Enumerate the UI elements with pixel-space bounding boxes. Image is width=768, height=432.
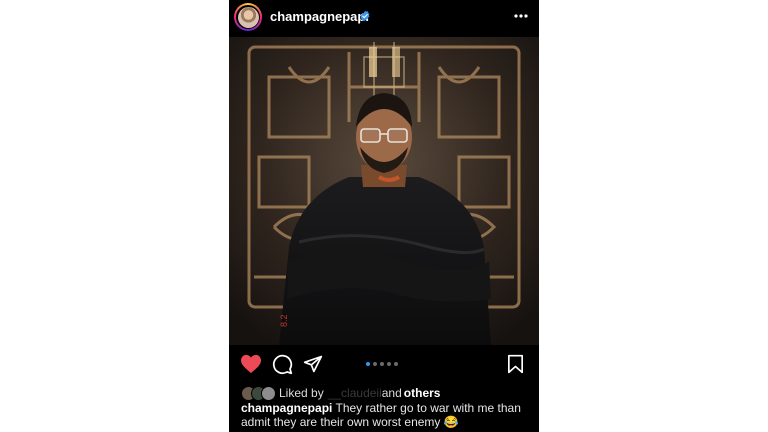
carousel-dot bbox=[387, 362, 391, 366]
action-bar bbox=[229, 352, 539, 378]
save-button[interactable] bbox=[503, 352, 527, 376]
post-photo[interactable]: 8.2 bbox=[229, 37, 539, 345]
liked-by-and: and bbox=[381, 386, 402, 400]
comment-button[interactable] bbox=[270, 352, 294, 376]
avatar-photo bbox=[237, 6, 259, 28]
liked-by-prefix: Liked by bbox=[279, 386, 324, 400]
svg-text:8.2: 8.2 bbox=[279, 314, 289, 327]
carousel-dot bbox=[394, 362, 398, 366]
carousel-indicator bbox=[366, 362, 398, 366]
carousel-dot bbox=[366, 362, 370, 366]
post-header: champagnepapi bbox=[229, 0, 539, 36]
send-icon bbox=[303, 355, 323, 373]
liked-by-user-link[interactable]: __claudeii bbox=[328, 386, 382, 400]
avatar bbox=[261, 385, 276, 401]
share-button[interactable] bbox=[301, 352, 325, 376]
verified-badge-icon bbox=[360, 10, 370, 22]
like-button[interactable] bbox=[239, 352, 263, 376]
more-options-button[interactable] bbox=[513, 8, 529, 24]
comment-icon bbox=[272, 354, 292, 374]
carousel-dot bbox=[380, 362, 384, 366]
post-caption: champagnepapi They rather go to war with… bbox=[241, 401, 531, 429]
bookmark-icon bbox=[507, 354, 523, 374]
liked-by-others-link[interactable]: others bbox=[404, 386, 441, 400]
heart-icon bbox=[241, 354, 261, 374]
instagram-post: champagnepapi 8.2 Liked by __claudeii an… bbox=[229, 0, 539, 432]
carousel-dot bbox=[373, 362, 377, 366]
avatar[interactable] bbox=[234, 3, 262, 31]
liker-avatars bbox=[241, 385, 277, 401]
post-image: 8.2 bbox=[229, 37, 539, 345]
more-dots-icon bbox=[514, 14, 528, 18]
liked-by-row: Liked by __claudeii and others bbox=[241, 385, 440, 401]
caption-username-link[interactable]: champagnepapi bbox=[241, 401, 332, 415]
username-link[interactable]: champagnepapi bbox=[270, 9, 369, 24]
